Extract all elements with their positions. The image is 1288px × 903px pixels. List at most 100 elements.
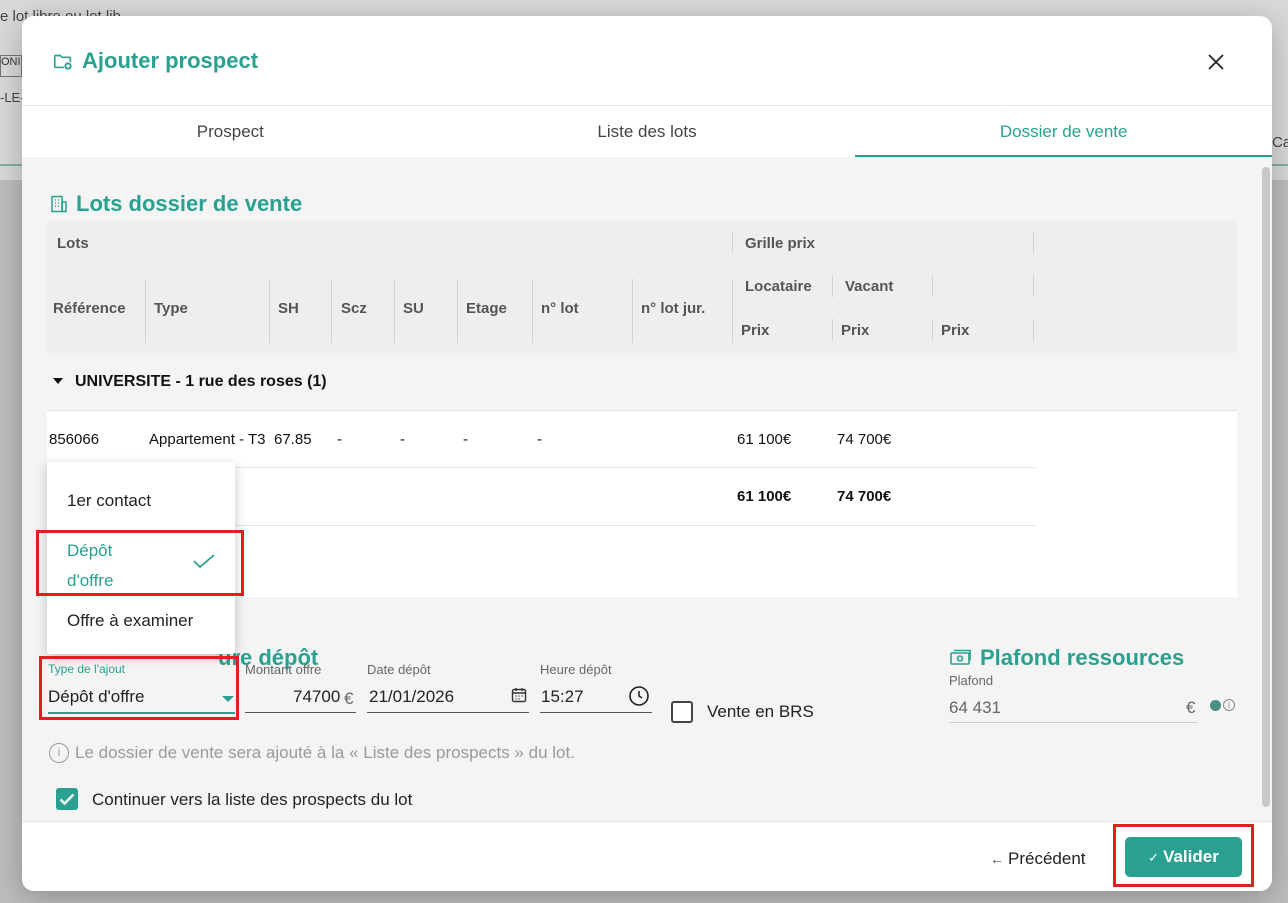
plafond-unit: € — [1186, 698, 1196, 717]
tab-liste-des-lots[interactable]: Liste des lots — [439, 107, 856, 157]
validate-button-label: Valider — [1163, 847, 1219, 866]
column-header-prix-other: Prix — [941, 322, 970, 339]
heure-label: Heure dépôt — [540, 662, 612, 677]
plafond-value: 64 431 — [949, 698, 1001, 717]
montant-label: Montant offre — [245, 662, 322, 677]
lots-section-title: Lots dossier de vente — [50, 191, 302, 217]
group-header-lots: Lots — [57, 235, 89, 252]
heure-value: 15:27 — [541, 687, 584, 706]
arrow-left-icon: ← — [990, 851, 1004, 867]
modal-tabs: Prospect Liste des lots Dossier de vente — [22, 107, 1272, 157]
status-dot-icon — [1210, 700, 1221, 711]
header-separator — [932, 275, 933, 297]
scrollbar-thumb[interactable] — [1262, 167, 1270, 807]
header-separator — [1033, 231, 1034, 253]
dropdown-option-offre-a-examiner[interactable]: Offre à examiner — [47, 611, 235, 631]
close-icon[interactable] — [1206, 52, 1226, 72]
lots-section-title-text: Lots dossier de vente — [76, 191, 303, 216]
column-header-n-lot-jur[interactable]: n° lot jur. — [641, 300, 705, 317]
cell-su: - — [400, 431, 405, 448]
column-header-sh[interactable]: SH — [278, 300, 299, 317]
header-separator — [145, 279, 146, 343]
background-text-right: Ca — [1272, 134, 1288, 151]
header-separator — [932, 319, 933, 341]
modal-footer: ← Précédent ✓ Valider — [22, 821, 1272, 891]
info-message-text: Le dossier de vente sera ajouté à la « L… — [75, 743, 575, 762]
select-arrow-icon[interactable] — [222, 696, 234, 702]
table-header: Lots Grille prix Locataire Vacant Référe… — [47, 221, 1237, 353]
background-text-left: -LE- — [0, 90, 25, 105]
background-box: ONI — [0, 55, 22, 77]
previous-button[interactable]: ← Précédent — [990, 849, 1086, 869]
montant-unit: € — [344, 689, 354, 708]
type-ajout-value: Dépôt d'offre — [48, 687, 145, 706]
building-icon — [51, 195, 67, 213]
money-icon — [950, 649, 971, 665]
cell-reference: 856066 — [49, 431, 100, 448]
folder-add-icon — [53, 54, 72, 70]
calendar-icon[interactable] — [511, 687, 527, 703]
dropdown-option-1er-contact[interactable]: 1er contact — [47, 491, 235, 511]
header-separator — [632, 279, 633, 343]
header-separator — [732, 279, 733, 343]
column-header-etage[interactable]: Etage — [466, 300, 507, 317]
header-separator — [269, 279, 270, 343]
header-separator — [394, 279, 395, 343]
plafond-underline — [949, 722, 1197, 723]
info-circle-icon: i — [49, 743, 69, 763]
header-separator — [1033, 319, 1034, 341]
plafond-section-title: Plafond ressources — [950, 645, 1184, 671]
sub-header-locataire: Locataire — [745, 278, 812, 295]
vente-brs-label: Vente en BRS — [707, 702, 814, 721]
total-prix-locataire: 61 100€ — [737, 488, 792, 505]
modal-title-text: Ajouter prospect — [82, 48, 259, 73]
table-group-row[interactable]: UNIVERSITE - 1 rue des roses (1) — [47, 353, 1237, 411]
continue-checkbox[interactable] — [56, 788, 78, 810]
header-separator — [532, 279, 533, 343]
heure-underline — [540, 712, 652, 713]
column-header-reference[interactable]: Référence — [53, 300, 126, 317]
header-separator — [832, 275, 833, 297]
column-header-su[interactable]: SU — [403, 300, 424, 317]
column-header-type[interactable]: Type — [154, 300, 188, 317]
content-scrollbar[interactable] — [1260, 157, 1272, 821]
caret-down-icon[interactable] — [53, 378, 63, 384]
modal-header: Ajouter prospect — [22, 16, 1272, 106]
info-message: i Le dossier de vente sera ajouté à la «… — [49, 743, 575, 763]
plafond-label: Plafond — [949, 673, 994, 688]
montant-underline — [245, 712, 356, 713]
continue-label: Continuer vers la liste des prospects du… — [92, 790, 413, 809]
group-row-label: UNIVERSITE - 1 rue des roses (1) — [75, 373, 327, 390]
clock-icon[interactable] — [628, 685, 650, 707]
type-ajout-underline — [48, 712, 235, 714]
info-icon[interactable]: i — [1223, 699, 1235, 711]
group-header-grille: Grille prix — [745, 235, 816, 252]
sub-header-vacant: Vacant — [845, 278, 894, 295]
header-separator — [331, 279, 332, 343]
cell-prix-locataire: 61 100€ — [737, 431, 792, 448]
montant-value: 74700 — [293, 687, 341, 706]
checkmark-icon — [193, 554, 215, 568]
header-separator — [832, 319, 833, 341]
checkmark-icon — [59, 793, 75, 806]
column-header-prix-locataire: Prix — [741, 322, 770, 339]
previous-button-label: Précédent — [1008, 849, 1086, 868]
date-underline — [367, 712, 529, 713]
header-separator — [1033, 275, 1034, 297]
type-ajout-label: Type de l'ajout — [48, 662, 126, 676]
cell-prix-vacant: 74 700€ — [837, 431, 892, 448]
vente-brs-checkbox[interactable] — [671, 701, 693, 723]
column-header-scz[interactable]: Scz — [341, 300, 367, 317]
total-prix-vacant: 74 700€ — [837, 488, 892, 505]
cell-etage: - — [463, 431, 468, 448]
validate-button[interactable]: ✓ Valider — [1125, 837, 1242, 877]
plafond-section-title-text: Plafond ressources — [980, 645, 1185, 670]
tab-dossier-de-vente[interactable]: Dossier de vente — [855, 107, 1272, 157]
column-header-n-lot[interactable]: n° lot — [541, 300, 579, 317]
column-header-prix-vacant: Prix — [841, 322, 870, 339]
modal-title: Ajouter prospect — [52, 48, 258, 74]
date-value: 21/01/2026 — [369, 687, 455, 706]
tab-prospect[interactable]: Prospect — [22, 107, 439, 157]
check-icon: ✓ — [1148, 850, 1160, 865]
header-separator — [732, 231, 733, 253]
